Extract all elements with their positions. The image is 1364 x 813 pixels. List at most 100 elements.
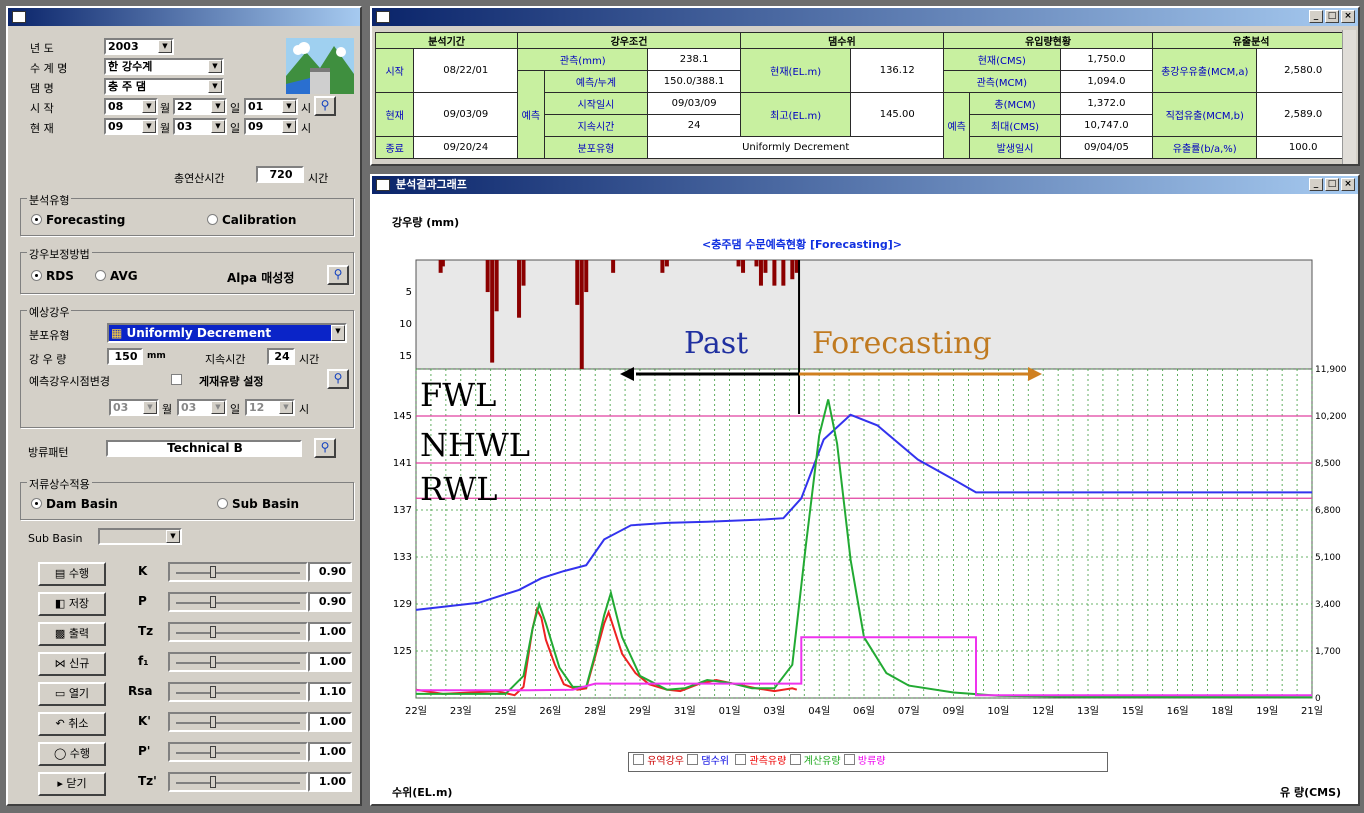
year-select[interactable]: 2003 ▼ [104,38,174,55]
chart-titlebar[interactable]: 분석결과그래프 _ □ × [372,176,1358,194]
close-icon[interactable]: × [1341,178,1355,191]
radio-icon[interactable] [217,498,228,509]
river-select[interactable]: 한 강수계 ▼ [104,58,224,75]
dropdown-arrow-icon[interactable]: ▼ [331,325,345,341]
run-button[interactable]: ▤ 수행 [38,562,106,586]
forecasting-radio[interactable]: Forecasting [31,213,125,227]
dropdown-arrow-icon[interactable]: ▼ [142,100,156,113]
maximize-icon[interactable]: □ [1325,178,1339,191]
slider-thumb[interactable] [210,566,216,578]
dist-type-select[interactable]: ▦ Uniformly Decrement ▼ [107,323,347,343]
param-k-slider[interactable] [168,562,308,582]
param-p2-slider[interactable] [168,742,308,762]
now-day-select[interactable]: 03 ▼ [173,118,227,135]
param-tz2-value[interactable]: 1.00 [308,772,352,792]
close-button[interactable]: ▸ 닫기 [38,772,106,796]
new-button[interactable]: ⋈ 신규 [38,652,106,676]
radio-icon[interactable] [95,270,106,281]
param-f1-value[interactable]: 1.00 [308,652,352,672]
param-tz2-slider[interactable] [168,772,308,792]
time2-hour-select[interactable]: 12 ▼ [245,399,295,416]
dropdown-arrow-icon[interactable]: ▼ [166,530,180,543]
start-day-select[interactable]: 22 ▼ [173,98,227,115]
dropdown-arrow-icon[interactable]: ▼ [279,401,293,414]
sub-basin-radio[interactable]: Sub Basin [217,497,299,511]
spill-pattern-select[interactable]: Technical B [106,440,302,457]
rds-radio[interactable]: RDS [31,269,74,283]
slider-thumb[interactable] [210,626,216,638]
vertical-scrollbar[interactable] [1342,30,1356,164]
time2-day-select[interactable]: 03 ▼ [177,399,227,416]
close-icon[interactable]: × [1341,10,1355,23]
run2-button[interactable]: ◯ 수행 [38,742,106,766]
minimize-icon[interactable]: _ [1309,10,1323,23]
sub-basin-select[interactable]: ▼ [98,528,182,545]
slider-thumb[interactable] [210,596,216,608]
minimize-icon[interactable]: _ [1309,178,1323,191]
save-button[interactable]: ◧ 저장 [38,592,106,616]
param-tz-slider[interactable] [168,622,308,642]
time-change-checkbox[interactable] [171,374,182,385]
search-icon[interactable]: ⚲ [327,265,349,285]
param-tz-value[interactable]: 1.00 [308,622,352,642]
radio-selected-icon[interactable] [31,214,42,225]
now-hour-select[interactable]: 09 ▼ [244,118,298,135]
search-icon[interactable]: ⚲ [314,96,336,116]
slider-thumb[interactable] [210,746,216,758]
dropdown-arrow-icon[interactable]: ▼ [208,60,222,73]
radio-selected-icon[interactable] [31,498,42,509]
param-k2-slider[interactable] [168,712,308,732]
radio-selected-icon[interactable] [31,270,42,281]
maximize-icon[interactable]: □ [1325,10,1339,23]
search-icon[interactable]: ⚲ [314,438,336,458]
now-hour-value: 09 [248,120,264,133]
dropdown-arrow-icon[interactable]: ▼ [211,100,225,113]
param-k2-value[interactable]: 1.00 [308,712,352,732]
duration-input[interactable]: 24 [267,348,295,365]
param-rsa-slider[interactable] [168,682,308,702]
legend-checkbox[interactable] [735,754,747,765]
rain-tick-label: 5 [406,287,412,298]
settings-titlebar[interactable] [8,8,360,26]
slider-thumb[interactable] [210,686,216,698]
dropdown-arrow-icon[interactable]: ▼ [211,120,225,133]
param-f1-slider[interactable] [168,652,308,672]
avg-radio[interactable]: AVG [95,269,138,283]
now-label: 현 재 [30,122,54,135]
calibration-radio[interactable]: Calibration [207,213,296,227]
legend-checkbox[interactable] [843,754,855,765]
param-rsa-value[interactable]: 1.10 [308,682,352,702]
param-p-slider[interactable] [168,592,308,612]
print-button[interactable]: ▩ 출력 [38,622,106,646]
dropdown-arrow-icon[interactable]: ▼ [282,120,296,133]
legend-checkbox[interactable] [687,754,699,765]
legend-checkbox[interactable] [633,754,644,765]
now-month-select[interactable]: 09 ▼ [104,118,158,135]
param-p2-value[interactable]: 1.00 [308,742,352,762]
open-button[interactable]: ▭ 열기 [38,682,106,706]
dropdown-arrow-icon[interactable]: ▼ [282,100,296,113]
param-k-value[interactable]: 0.90 [308,562,352,582]
dropdown-arrow-icon[interactable]: ▼ [142,120,156,133]
slider-thumb[interactable] [210,656,216,668]
search-icon[interactable]: ⚲ [327,369,349,389]
dam-basin-radio[interactable]: Dam Basin [31,497,118,511]
dam-select[interactable]: 충 주 댐 ▼ [104,78,224,95]
start-hour-select[interactable]: 01 ▼ [244,98,298,115]
legend-checkbox[interactable] [789,754,801,765]
cancel-button[interactable]: ↶ 취소 [38,712,106,736]
total-time-input[interactable]: 720 [256,166,304,183]
time2-month-select[interactable]: 03 ▼ [109,399,159,416]
radio-icon[interactable] [207,214,218,225]
start-month-select[interactable]: 08 ▼ [104,98,158,115]
dropdown-arrow-icon[interactable]: ▼ [208,80,222,93]
rain-amount-input[interactable]: 150 [107,348,143,365]
slider-thumb[interactable] [210,716,216,728]
status-titlebar[interactable]: _ □ × [372,8,1358,26]
slider-thumb[interactable] [210,776,216,788]
dropdown-arrow-icon[interactable]: ▼ [211,401,225,414]
cur-level-value: 136.12 [850,48,944,93]
dropdown-arrow-icon[interactable]: ▼ [143,401,157,414]
param-p-value[interactable]: 0.90 [308,592,352,612]
dropdown-arrow-icon[interactable]: ▼ [158,40,172,53]
